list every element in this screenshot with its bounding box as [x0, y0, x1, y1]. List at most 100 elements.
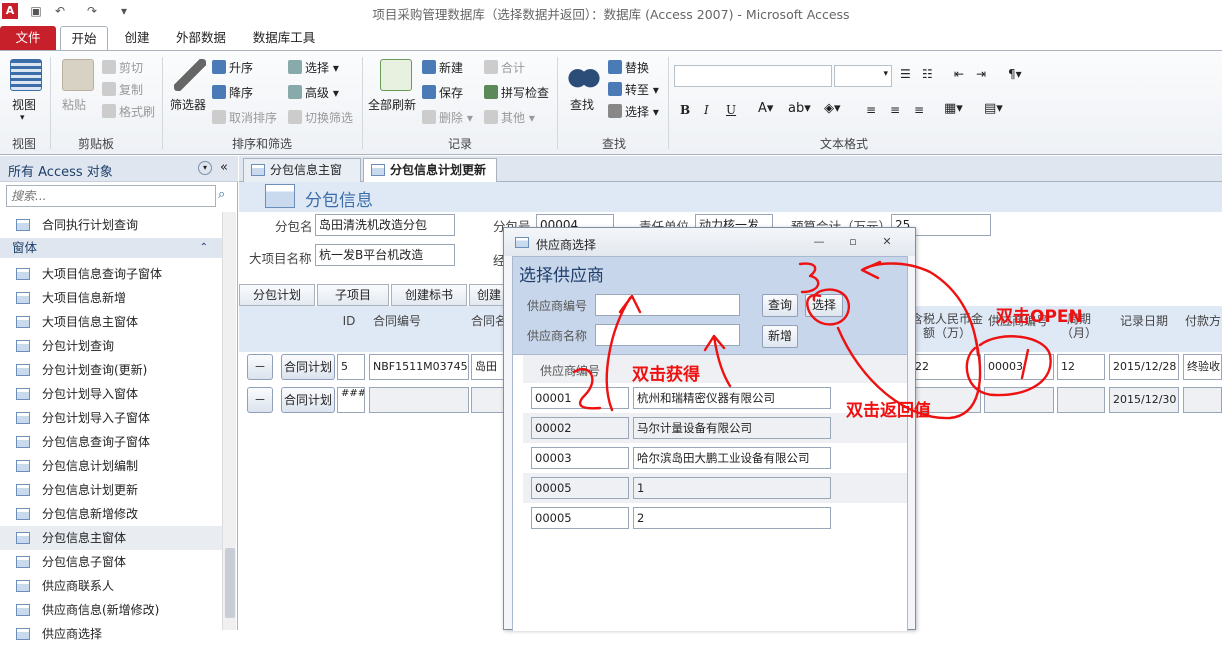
- spelling-button[interactable]: 拼写检查: [484, 84, 549, 101]
- save-record-button[interactable]: 保存: [422, 84, 463, 101]
- nav-item-form[interactable]: 供应商选择: [0, 622, 222, 646]
- supplier-no-cell[interactable]: 00002: [531, 417, 629, 439]
- nav-item-form[interactable]: 供应商联系人: [0, 574, 222, 598]
- cell-amount[interactable]: 22: [911, 354, 981, 380]
- nav-menu-icon[interactable]: ▾: [198, 161, 212, 175]
- gridlines-icon[interactable]: ▦▾: [944, 101, 963, 116]
- nav-item-form[interactable]: 分包信息主窗体: [0, 526, 222, 550]
- supplier-row[interactable]: 00003 哈尔滨岛田大鹏工业设备有限公司: [523, 443, 907, 473]
- replace-button[interactable]: 替换: [608, 59, 649, 76]
- supplier-no-cell[interactable]: 00003: [531, 447, 629, 469]
- refresh-all-icon[interactable]: [380, 59, 412, 91]
- advanced-filter-button[interactable]: 高级 ▾: [288, 84, 339, 101]
- font-color-icon[interactable]: A▾: [758, 101, 773, 116]
- supplier-name-cell[interactable]: 1: [633, 477, 831, 499]
- align-right-icon[interactable]: ≡: [914, 103, 924, 117]
- view-button[interactable]: 视图: [12, 96, 36, 113]
- dialog-title-bar[interactable]: 供应商选择 — ▫ ✕: [504, 228, 915, 256]
- sort-desc-button[interactable]: 降序: [212, 84, 253, 101]
- nav-title[interactable]: 所有 Access 对象: [8, 161, 113, 180]
- new-record-button[interactable]: 新建: [422, 59, 463, 76]
- sort-asc-button[interactable]: 升序: [212, 59, 253, 76]
- nav-item-form[interactable]: 大项目信息查询子窗体: [0, 262, 222, 286]
- sub-name-field[interactable]: 岛田清洗机改造分包: [315, 214, 455, 236]
- more-button[interactable]: 其他 ▾: [484, 109, 535, 126]
- nav-search-input[interactable]: [7, 186, 215, 206]
- supplier-no-field[interactable]: [595, 294, 740, 316]
- tab-file[interactable]: 文件: [0, 26, 56, 50]
- nav-search-box[interactable]: [6, 185, 216, 207]
- nav-scrollbar[interactable]: [222, 212, 236, 630]
- delete-record-button[interactable]: 删除 ▾: [422, 109, 473, 126]
- tab-database-tools[interactable]: 数据库工具: [246, 26, 322, 50]
- tab-sub-plan[interactable]: 分包计划: [239, 284, 315, 306]
- project-field[interactable]: 杭一发B平台机改造: [315, 244, 455, 266]
- cut-button[interactable]: 剪切: [102, 59, 143, 76]
- nav-item-form[interactable]: 大项目信息新增: [0, 286, 222, 310]
- find-button[interactable]: 查找: [570, 96, 594, 113]
- query-button[interactable]: 查询: [762, 294, 798, 317]
- cell-payment[interactable]: [1183, 387, 1222, 413]
- supplier-row[interactable]: 00005 1: [523, 473, 907, 503]
- tab-external-data[interactable]: 外部数据: [168, 26, 234, 50]
- collapse-section-icon[interactable]: ⌃: [200, 238, 208, 258]
- align-center-icon[interactable]: ≡: [890, 103, 900, 117]
- remove-sort-button[interactable]: 取消排序: [212, 109, 277, 126]
- find-select-button[interactable]: 选择 ▾: [608, 103, 659, 120]
- supplier-no-input[interactable]: [596, 295, 739, 315]
- nav-item-form[interactable]: 分包信息计划编制: [0, 454, 222, 478]
- totals-button[interactable]: 合计: [484, 59, 525, 76]
- toggle-filter-button[interactable]: 切换筛选: [288, 109, 353, 126]
- scrollbar-thumb[interactable]: [225, 548, 235, 618]
- nav-item-form[interactable]: 供应商信息(新增修改): [0, 598, 222, 622]
- cell-period[interactable]: [1057, 387, 1105, 413]
- new-supplier-button[interactable]: 新增: [762, 325, 798, 348]
- filter-icon[interactable]: [174, 59, 206, 91]
- font-size-select[interactable]: ▾: [834, 65, 892, 87]
- paragraph-direction-icon[interactable]: ¶▾: [1008, 67, 1022, 81]
- cell-id[interactable]: ###: [337, 387, 365, 413]
- supplier-name-cell[interactable]: 马尔计量设备有限公司: [633, 417, 831, 439]
- supplier-name-cell[interactable]: 2: [633, 507, 831, 529]
- cell-contract-no[interactable]: [369, 387, 469, 413]
- contract-plan-button[interactable]: 合同计划: [281, 354, 335, 380]
- supplier-name-cell[interactable]: 杭州和瑞精密仪器有限公司: [633, 387, 831, 409]
- alternate-row-color-icon[interactable]: ▤▾: [984, 101, 1003, 116]
- doc-tab-main-form[interactable]: 分包信息主窗体: [243, 158, 361, 199]
- select-button[interactable]: 选择: [805, 294, 843, 317]
- contract-plan-button[interactable]: 合同计划: [281, 387, 335, 413]
- paste-icon[interactable]: [62, 59, 94, 91]
- refresh-all-button[interactable]: 全部刷新: [368, 96, 416, 113]
- tab-home[interactable]: 开始: [60, 26, 108, 50]
- goto-button[interactable]: 转至 ▾: [608, 81, 659, 98]
- tab-sub-project[interactable]: 子项目: [317, 284, 389, 306]
- cell-period[interactable]: 12: [1057, 354, 1105, 380]
- supplier-no-cell[interactable]: 00005: [531, 507, 629, 529]
- supplier-row[interactable]: 00005 2: [523, 503, 907, 533]
- cell-supplier-no[interactable]: [984, 387, 1054, 413]
- supplier-no-cell[interactable]: 00001: [531, 387, 629, 409]
- cell-contract-no[interactable]: NBF1511M03745: [369, 354, 469, 380]
- nav-item-form[interactable]: 分包计划导入子窗体: [0, 406, 222, 430]
- cell-record-date[interactable]: 2015/12/30: [1109, 387, 1179, 413]
- italic-button[interactable]: I: [704, 103, 709, 117]
- cell-supplier-no[interactable]: 00003: [984, 354, 1054, 380]
- view-dropdown-icon[interactable]: ▾: [20, 113, 25, 123]
- tab-create-bid[interactable]: 创建标书: [391, 284, 467, 306]
- cell-record-date[interactable]: 2015/12/28: [1109, 354, 1179, 380]
- view-icon[interactable]: [10, 59, 42, 91]
- nav-item-form[interactable]: 分包信息子窗体: [0, 550, 222, 574]
- highlight-icon[interactable]: ab▾: [788, 101, 811, 116]
- minimize-icon[interactable]: —: [812, 236, 826, 248]
- bold-button[interactable]: B: [680, 103, 690, 117]
- font-name-select[interactable]: [674, 65, 832, 87]
- restore-icon[interactable]: ▫: [846, 236, 860, 248]
- nav-item-form[interactable]: 分包信息查询子窗体: [0, 430, 222, 454]
- selection-filter-button[interactable]: 选择 ▾: [288, 59, 339, 76]
- search-icon[interactable]: ⌕: [218, 187, 225, 202]
- format-painter-button[interactable]: 格式刷: [102, 103, 155, 120]
- indent-decrease-icon[interactable]: ⇤: [954, 67, 964, 81]
- collapse-pane-icon[interactable]: «: [220, 160, 228, 175]
- collapse-row-button[interactable]: －: [247, 387, 273, 413]
- collapse-row-button[interactable]: －: [247, 354, 273, 380]
